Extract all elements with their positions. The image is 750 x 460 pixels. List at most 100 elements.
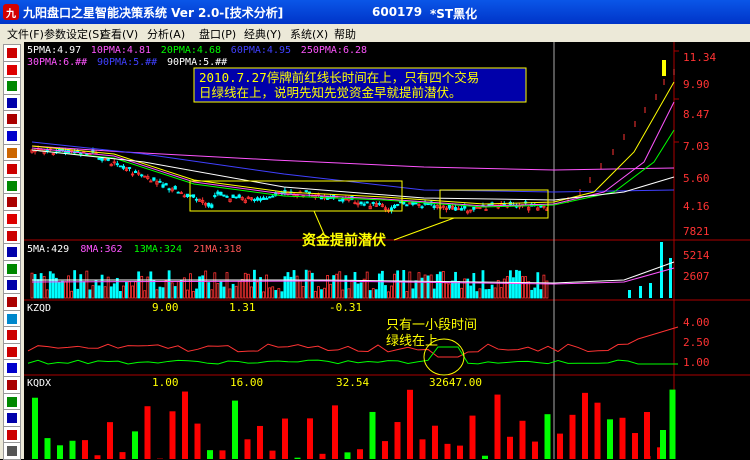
- volume-bar: [293, 270, 295, 298]
- candle-icon[interactable]: [3, 77, 21, 95]
- volume-bar: [412, 289, 414, 298]
- ring-icon[interactable]: [3, 426, 21, 444]
- price-axis-label-5: 4.16: [683, 200, 710, 213]
- kqdx-bar: [660, 430, 666, 459]
- volume-bar: [34, 274, 36, 298]
- calendar-icon[interactable]: [3, 210, 21, 228]
- candle: [165, 184, 167, 186]
- price-ma-legend-1: 10PMA:4.81: [91, 45, 151, 56]
- report-icon[interactable]: [3, 326, 21, 344]
- f10-icon[interactable]: [3, 227, 21, 245]
- candle: [226, 196, 228, 197]
- kqdx-bar: [257, 426, 263, 459]
- menu-item-5[interactable]: 经典(Y): [244, 26, 281, 42]
- volume-bar: [89, 290, 91, 298]
- list-icon[interactable]: [3, 376, 21, 394]
- pie-icon[interactable]: [3, 393, 21, 411]
- kqdx-bar: [445, 444, 451, 459]
- candle: [235, 197, 237, 198]
- car-icon[interactable]: [3, 293, 21, 311]
- stock-chart[interactable]: 11.349.908.477.035.604.167821521426074.0…: [24, 42, 750, 459]
- price-axis-label-4: 5.60: [683, 172, 710, 185]
- candle: [363, 204, 365, 205]
- menu-item-3[interactable]: 分析(A): [147, 26, 185, 42]
- annotation-line-2: 日绿线在上，说明先知先觉资金早就提前潜伏。: [199, 85, 462, 100]
- menu-item-4[interactable]: 盘口(P): [199, 26, 236, 42]
- price-ma-legend2-1: 90PMA:5.##: [97, 57, 157, 68]
- candle: [211, 205, 213, 208]
- doc-icon[interactable]: [3, 442, 21, 460]
- kqdx-bar: [82, 440, 88, 459]
- info-icon[interactable]: [3, 359, 21, 377]
- flag-icon[interactable]: [3, 343, 21, 361]
- kqdx-value-1: 16.00: [230, 376, 263, 389]
- window-icon[interactable]: [3, 276, 21, 294]
- candle: [393, 205, 395, 207]
- volume-bar: [439, 272, 441, 298]
- volume-bar: [159, 287, 161, 298]
- volume-bar: [470, 286, 472, 298]
- target-icon[interactable]: [3, 193, 21, 211]
- volume-bar: [381, 271, 383, 298]
- kzqd-axis-label-1: 2.50: [683, 336, 710, 349]
- price-ma-legend-4: 250PMA:6.28: [301, 45, 367, 56]
- fmt-icon[interactable]: [3, 409, 21, 427]
- volume-bar: [639, 286, 642, 298]
- kzqd-value-2: -0.31: [329, 301, 362, 314]
- kqdx-bar: [545, 414, 551, 459]
- kqdx-bar: [332, 405, 338, 459]
- kqdx-bar: [620, 418, 626, 459]
- candle: [421, 207, 423, 208]
- candle: [372, 202, 374, 203]
- menu-item-0[interactable]: 文件(F): [7, 26, 44, 42]
- candle: [463, 206, 465, 208]
- volume-bar: [95, 280, 97, 298]
- edit-icon[interactable]: [3, 310, 21, 328]
- bar-icon[interactable]: [3, 110, 21, 128]
- volume-bar: [509, 271, 511, 298]
- grid-icon[interactable]: [3, 260, 21, 278]
- candle: [220, 192, 222, 195]
- kqdx-bar: [632, 433, 638, 459]
- candle: [238, 195, 240, 197]
- volume-bar: [287, 273, 289, 298]
- volume-bar: [397, 271, 399, 298]
- volume-bar: [253, 270, 255, 298]
- candle: [406, 205, 408, 206]
- kzqd-name: KZQD: [27, 303, 51, 314]
- wave-icon[interactable]: [3, 127, 21, 145]
- candle: [122, 166, 124, 168]
- candle: [396, 204, 398, 205]
- menu-item-2[interactable]: 查看(V): [100, 26, 138, 42]
- kline-icon[interactable]: [3, 61, 21, 79]
- volume-bar: [232, 284, 234, 298]
- volume-bar: [83, 282, 85, 298]
- volume-bar: [150, 272, 152, 298]
- volume-bar: [649, 283, 652, 298]
- volume-bar: [436, 275, 438, 298]
- volume-bar: [202, 276, 204, 298]
- volume-bar: [433, 289, 435, 298]
- kqdx-bar: [245, 439, 251, 459]
- b-icon[interactable]: [3, 243, 21, 261]
- volume-legend-2: 13MA:324: [134, 244, 182, 255]
- volume-bar: [110, 287, 112, 298]
- title-bar: 九 九阳盘口之星智能决策系统 Ver 2.0-[技术分析] 600179 *ST…: [0, 0, 750, 24]
- candle: [366, 202, 368, 203]
- candle: [192, 195, 194, 197]
- menu-item-7[interactable]: 帮助: [334, 26, 356, 42]
- candle: [259, 199, 261, 201]
- volume-bar: [162, 288, 164, 298]
- kqdx-bar: [420, 439, 426, 459]
- trend-icon[interactable]: [3, 94, 21, 112]
- w-icon[interactable]: [3, 160, 21, 178]
- line-chart-icon[interactable]: [3, 44, 21, 62]
- kqdx-bar: [170, 411, 176, 459]
- clock-icon[interactable]: [3, 177, 21, 195]
- kqdx-bar: [595, 403, 601, 459]
- volume-bar: [125, 282, 127, 298]
- volume-icon[interactable]: [3, 144, 21, 162]
- candle: [119, 166, 121, 167]
- menu-item-1[interactable]: 参数设定(S): [44, 26, 104, 42]
- menu-item-6[interactable]: 系统(X): [290, 26, 328, 42]
